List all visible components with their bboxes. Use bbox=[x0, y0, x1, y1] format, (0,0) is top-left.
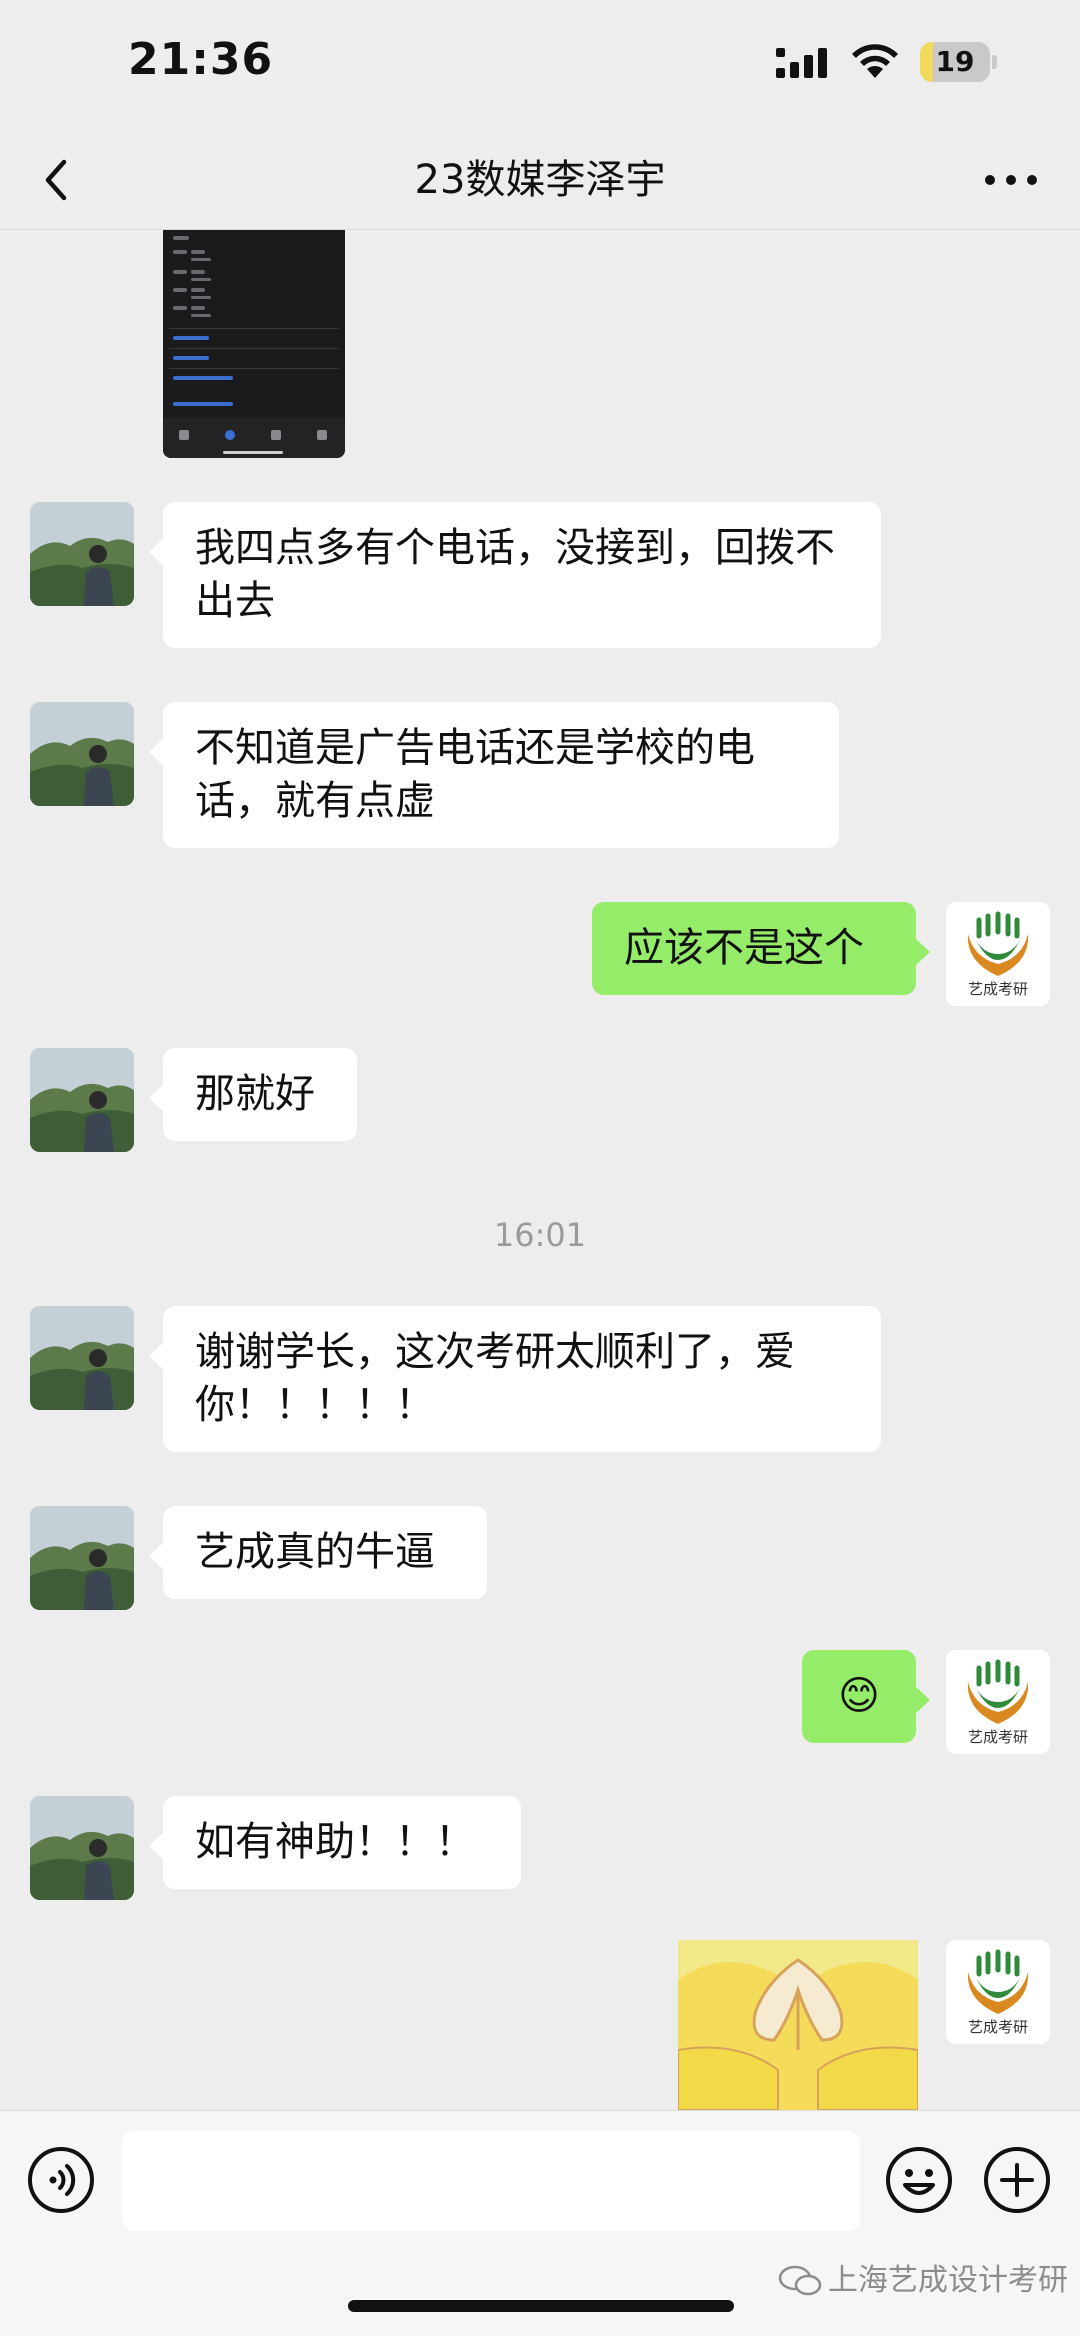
chat-area[interactable]: 我四点多有个电话，没接到，回拨不出去 不知道是广告电话还是学校的电话，就有点虚 … bbox=[0, 230, 1080, 2110]
emoji-button[interactable] bbox=[884, 2145, 954, 2215]
message-bubble[interactable]: 那就好 bbox=[149, 1048, 357, 1141]
message-text: 不知道是广告电话还是学校的电话，就有点虚 bbox=[195, 725, 755, 824]
plus-icon bbox=[984, 2147, 1050, 2213]
more-dots-icon bbox=[985, 175, 1037, 185]
my-avatar-logo[interactable]: 艺成考研 bbox=[946, 902, 1050, 1006]
chat-title: 23数媒李泽宇 bbox=[414, 157, 666, 203]
plus-button[interactable] bbox=[982, 2145, 1052, 2215]
my-message-bubble[interactable]: 应该不是这个 bbox=[592, 902, 930, 995]
signal-icon bbox=[776, 48, 827, 78]
message-bubble[interactable]: 我四点多有个电话，没接到，回拨不出去 bbox=[149, 502, 881, 648]
message-bubble[interactable]: 艺成真的牛逼 bbox=[149, 1506, 487, 1599]
voice-button[interactable] bbox=[26, 2145, 96, 2215]
message-text: 如有神助！！！ bbox=[195, 1819, 475, 1865]
chat-timestamp: 16:01 bbox=[493, 1216, 587, 1254]
wifi-icon bbox=[852, 44, 898, 78]
battery-icon: 19 bbox=[920, 42, 997, 82]
watermark-text: 上海艺成设计考研 bbox=[828, 2263, 1068, 2298]
contact-avatar[interactable] bbox=[30, 1506, 134, 1610]
smile-emoji-icon: 😊 bbox=[838, 1673, 880, 1719]
status-bar: 21:36 19 bbox=[0, 0, 1080, 130]
contact-avatar[interactable] bbox=[30, 502, 134, 606]
message-text: 我四点多有个电话，没接到，回拨不出去 bbox=[195, 525, 835, 624]
battery-percent: 19 bbox=[935, 45, 975, 78]
screenshot-image-message[interactable] bbox=[163, 230, 345, 458]
message-text: 艺成真的牛逼 bbox=[195, 1529, 435, 1575]
wechat-icon bbox=[778, 2265, 822, 2296]
sticker-image[interactable] bbox=[678, 1940, 918, 2110]
message-text: 谢谢学长，这次考研太顺利了，爱你！！！！！ bbox=[195, 1329, 795, 1428]
my-avatar-logo[interactable]: 艺成考研 bbox=[946, 1650, 1050, 1754]
nav-bar: 23数媒李泽宇 bbox=[0, 130, 1080, 230]
my-avatar-logo[interactable]: 艺成考研 bbox=[946, 1940, 1050, 2044]
yicheng-logo-icon: 艺成考研 bbox=[946, 1940, 1050, 2044]
message-text: 那就好 bbox=[195, 1071, 315, 1117]
contact-avatar[interactable] bbox=[30, 1796, 134, 1900]
message-input[interactable] bbox=[122, 2131, 860, 2231]
message-text: 应该不是这个 bbox=[624, 925, 864, 971]
yicheng-logo-icon: 艺成考研 bbox=[946, 902, 1050, 1006]
message-bubble[interactable]: 不知道是广告电话还是学校的电话，就有点虚 bbox=[149, 702, 839, 848]
logo-text: 艺成考研 bbox=[968, 1728, 1028, 1746]
emoji-icon bbox=[886, 2147, 952, 2213]
my-message-bubble[interactable]: 😊 bbox=[802, 1650, 930, 1743]
status-time: 21:36 bbox=[128, 34, 274, 85]
message-bubble[interactable]: 如有神助！！！ bbox=[149, 1796, 521, 1889]
logo-text: 艺成考研 bbox=[968, 2018, 1028, 2036]
contact-avatar[interactable] bbox=[30, 702, 134, 806]
chevron-left-icon bbox=[45, 159, 67, 201]
contact-avatar[interactable] bbox=[30, 1048, 134, 1152]
yicheng-logo-icon: 艺成考研 bbox=[946, 1650, 1050, 1754]
home-indicator bbox=[348, 2300, 734, 2312]
message-bubble[interactable]: 谢谢学长，这次考研太顺利了，爱你！！！！！ bbox=[149, 1306, 881, 1452]
more-button[interactable] bbox=[976, 150, 1046, 210]
voice-icon bbox=[28, 2147, 94, 2213]
contact-avatar[interactable] bbox=[30, 1306, 134, 1410]
back-button[interactable] bbox=[30, 150, 90, 210]
logo-text: 艺成考研 bbox=[968, 980, 1028, 998]
